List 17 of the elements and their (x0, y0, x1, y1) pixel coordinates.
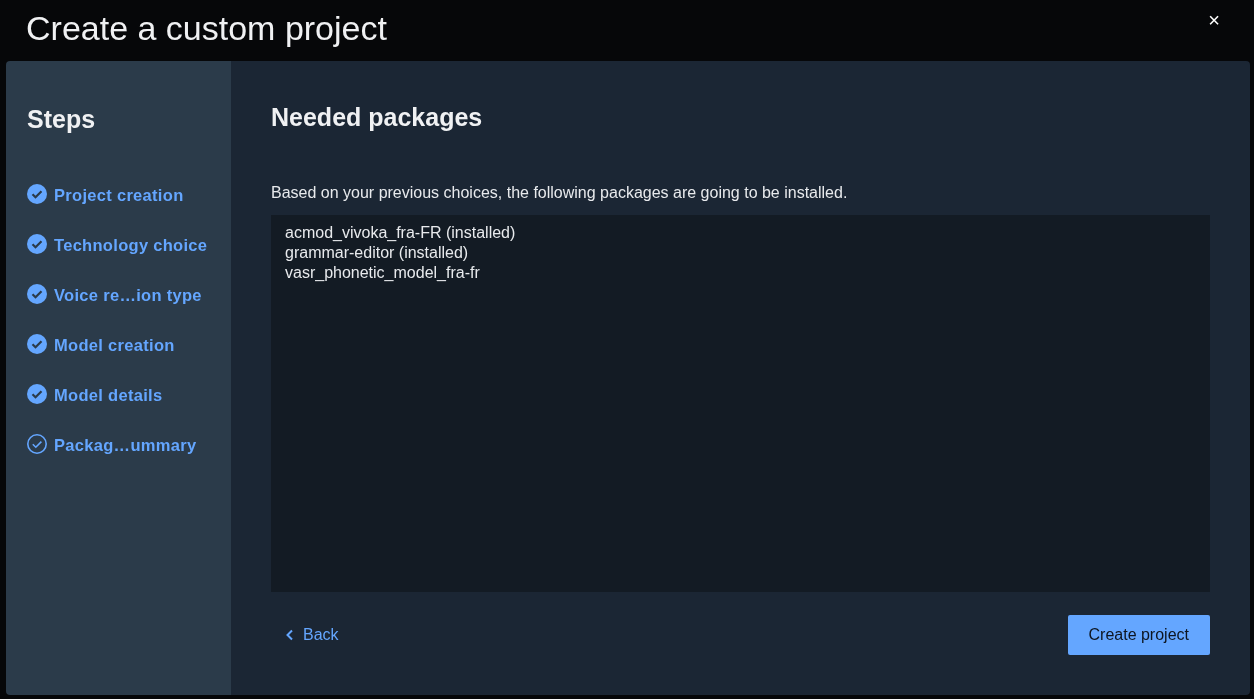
package-name: acmod_vivoka_fra-FR (installed) (285, 222, 517, 243)
step-label[interactable]: Packag…ummary (54, 432, 197, 458)
step-label[interactable]: Project creation (54, 182, 184, 208)
dialog-title: Create a custom project (26, 10, 387, 45)
close-button[interactable]: × (1204, 9, 1224, 30)
step-label[interactable]: Model details (54, 382, 163, 408)
chevron-left-icon (285, 629, 295, 641)
steps-heading: Steps (27, 104, 97, 135)
step-label[interactable]: Technology choice (54, 232, 208, 258)
step-label[interactable]: Voice re…ion type (54, 282, 202, 308)
section-heading: Needed packages (271, 102, 484, 133)
package-name: grammar-editor (installed) (285, 242, 470, 263)
package-name: vasr_phonetic_model_fra-fr (285, 262, 481, 283)
create-project-button[interactable]: Create project (1067, 615, 1210, 655)
description-text: Based on your previous choices, the following packages are going to be installed. (271, 182, 849, 203)
back-button[interactable]: Back (271, 617, 353, 653)
step-label[interactable]: Model creation (54, 332, 175, 358)
